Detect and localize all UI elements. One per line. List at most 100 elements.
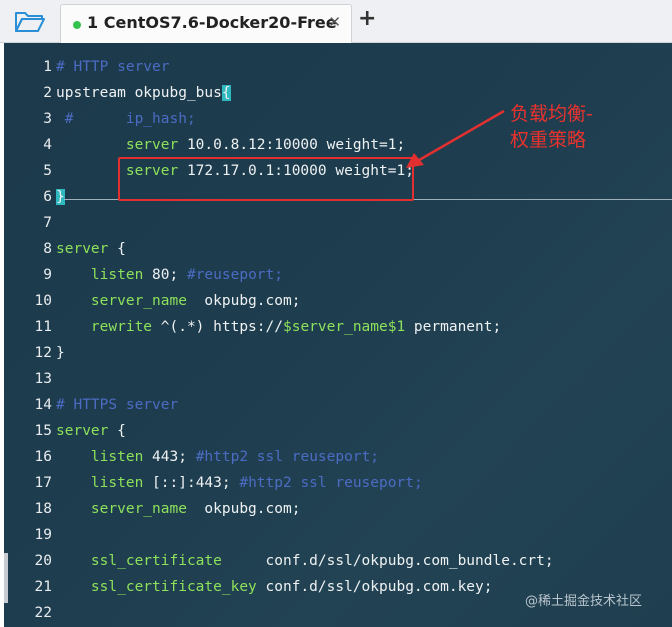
session-tab[interactable]: 1 CentOS7.6-Docker20-Free ✕ (60, 4, 352, 43)
code-text: rewrite ^(.*) https://$server_name$1 per… (56, 314, 501, 340)
code-token: ssl_certificate_key (56, 579, 257, 595)
line-number: 11 (34, 319, 52, 335)
line-number: 7 (43, 215, 52, 231)
annotation-line-2: 权重策略 (510, 129, 587, 151)
code-text: listen 80; #reuseport; (56, 262, 283, 288)
code-token: permanent; (405, 319, 502, 335)
code-line: 1 # HTTP server (4, 54, 672, 80)
code-token: server (56, 241, 109, 257)
code-line: 10 server_name okpubg.com; (4, 288, 672, 314)
code-line: 7 (4, 210, 672, 236)
code-token: # ip_hash; (56, 111, 196, 127)
code-token: [::]:443; (143, 475, 240, 491)
tab-index: 1 (87, 13, 99, 32)
code-line: 14 # HTTPS server (4, 392, 672, 418)
code-token: conf.d/ssl/okpubg.com.key; (256, 579, 493, 595)
annotation-arrow-icon (406, 109, 505, 168)
code-line: 19 (4, 522, 672, 548)
code-token: #reuseport; (186, 267, 283, 283)
code-text: ssl_certificate_key conf.d/ssl/okpubg.co… (56, 574, 493, 600)
code-token: listen (56, 267, 144, 283)
code-text: server { (56, 236, 126, 262)
text-cursor: { (221, 85, 231, 101)
code-text: upstream okpubg_bus{ (56, 80, 231, 106)
code-token: listen (56, 449, 144, 465)
code-token: server_name (56, 293, 187, 309)
code-line: 8 server { (4, 236, 672, 262)
code-token: #http2 ssl reuseport; (195, 449, 380, 465)
line-number: 16 (34, 449, 52, 465)
code-token: 80; (143, 267, 187, 283)
code-text: server 10.0.8.12:10000 weight=1; (56, 132, 405, 158)
line-number: 20 (34, 553, 52, 569)
code-token: ^(.*) https:// (152, 319, 283, 335)
text-cursor: } (56, 189, 65, 205)
line-number: 5 (43, 163, 52, 179)
highlight-box (118, 157, 414, 201)
code-token: 443; (143, 449, 196, 465)
code-token: listen (56, 475, 144, 491)
code-text: server { (56, 418, 126, 444)
line-number: 17 (34, 475, 52, 491)
line-number: 10 (34, 293, 52, 309)
code-line: 12} (4, 340, 672, 366)
code-token: server_name (56, 501, 187, 517)
code-text: # ip_hash; (56, 106, 196, 132)
code-text: listen [::]:443; #http2 ssl reuseport; (56, 470, 423, 496)
line-number: 22 (34, 605, 52, 621)
code-token: { (108, 423, 126, 439)
tab-bar: 1 CentOS7.6-Docker20-Free ✕ + (0, 0, 672, 43)
line-number: 19 (34, 527, 52, 543)
code-text: ssl_certificate conf.d/ssl/okpubg.com_bu… (56, 548, 554, 574)
line-number: 1 (43, 59, 52, 75)
line-number: 3 (43, 111, 52, 127)
line-number: 2 (43, 85, 52, 101)
line-number: 4 (43, 137, 52, 153)
code-text: server_name okpubg.com; (56, 496, 301, 522)
code-text: listen 443; #http2 ssl reuseport; (56, 444, 379, 470)
connection-status-icon (73, 21, 81, 29)
code-text: server_name okpubg.com; (56, 288, 301, 314)
line-number: 6 (43, 189, 52, 205)
add-tab-icon[interactable]: + (358, 6, 376, 31)
code-text: } (56, 184, 65, 210)
code-line: 16 listen 443; #http2 ssl reuseport; (4, 444, 672, 470)
line-number: 14 (34, 397, 52, 413)
code-token: server (56, 423, 109, 439)
code-token: okpubg.com; (186, 501, 301, 517)
line-number: 21 (34, 579, 52, 595)
code-line: 17 listen [::]:443; #http2 ssl reuseport… (4, 470, 672, 496)
line-number: 9 (43, 267, 52, 283)
code-line: 11 rewrite ^(.*) https://$server_name$1 … (4, 314, 672, 340)
code-token: { (108, 241, 126, 257)
code-line: 9 listen 80; #reuseport; (4, 262, 672, 288)
line-number: 8 (43, 241, 52, 257)
code-token: ssl_certificate (56, 553, 222, 569)
code-token: $server_name$1 (282, 319, 406, 335)
code-token: rewrite (56, 319, 153, 335)
watermark: @稀土掘金技术社区 (525, 594, 643, 609)
code-text: } (56, 340, 65, 366)
code-token: 10.0.8.12:10000 weight=1; (178, 137, 406, 153)
close-icon[interactable]: ✕ (328, 13, 341, 31)
folder-open-icon[interactable] (14, 9, 46, 35)
code-token: conf.d/ssl/okpubg.com_bundle.crt; (221, 553, 554, 569)
terminal-editor[interactable]: 1 # HTTP server 2 upstream okpubg_bus{3 # i… (4, 43, 672, 627)
code-token: server (56, 137, 179, 153)
line-number: 13 (34, 371, 52, 387)
code-token: # HTTPS server (56, 397, 179, 413)
code-line: 15 server { (4, 418, 672, 444)
code-line: 18 server_name okpubg.com; (4, 496, 672, 522)
line-number: 12 (34, 345, 52, 361)
tab-title: CentOS7.6-Docker20-Free (103, 13, 337, 32)
annotation-line-1: 负载均衡- (510, 103, 593, 125)
code-line: 20 ssl_certificate conf.d/ssl/okpubg.com… (4, 548, 672, 574)
annotation-text: 负载均衡- 权重策略 (510, 101, 593, 153)
code-token: upstream okpubg_bus (56, 85, 222, 101)
code-token: #http2 ssl reuseport; (239, 475, 423, 491)
code-text: # HTTPS server (56, 392, 178, 418)
code-token: } (56, 345, 65, 361)
code-line: 13 (4, 366, 672, 392)
code-token: # HTTP server (56, 59, 170, 75)
line-number: 15 (34, 423, 52, 439)
